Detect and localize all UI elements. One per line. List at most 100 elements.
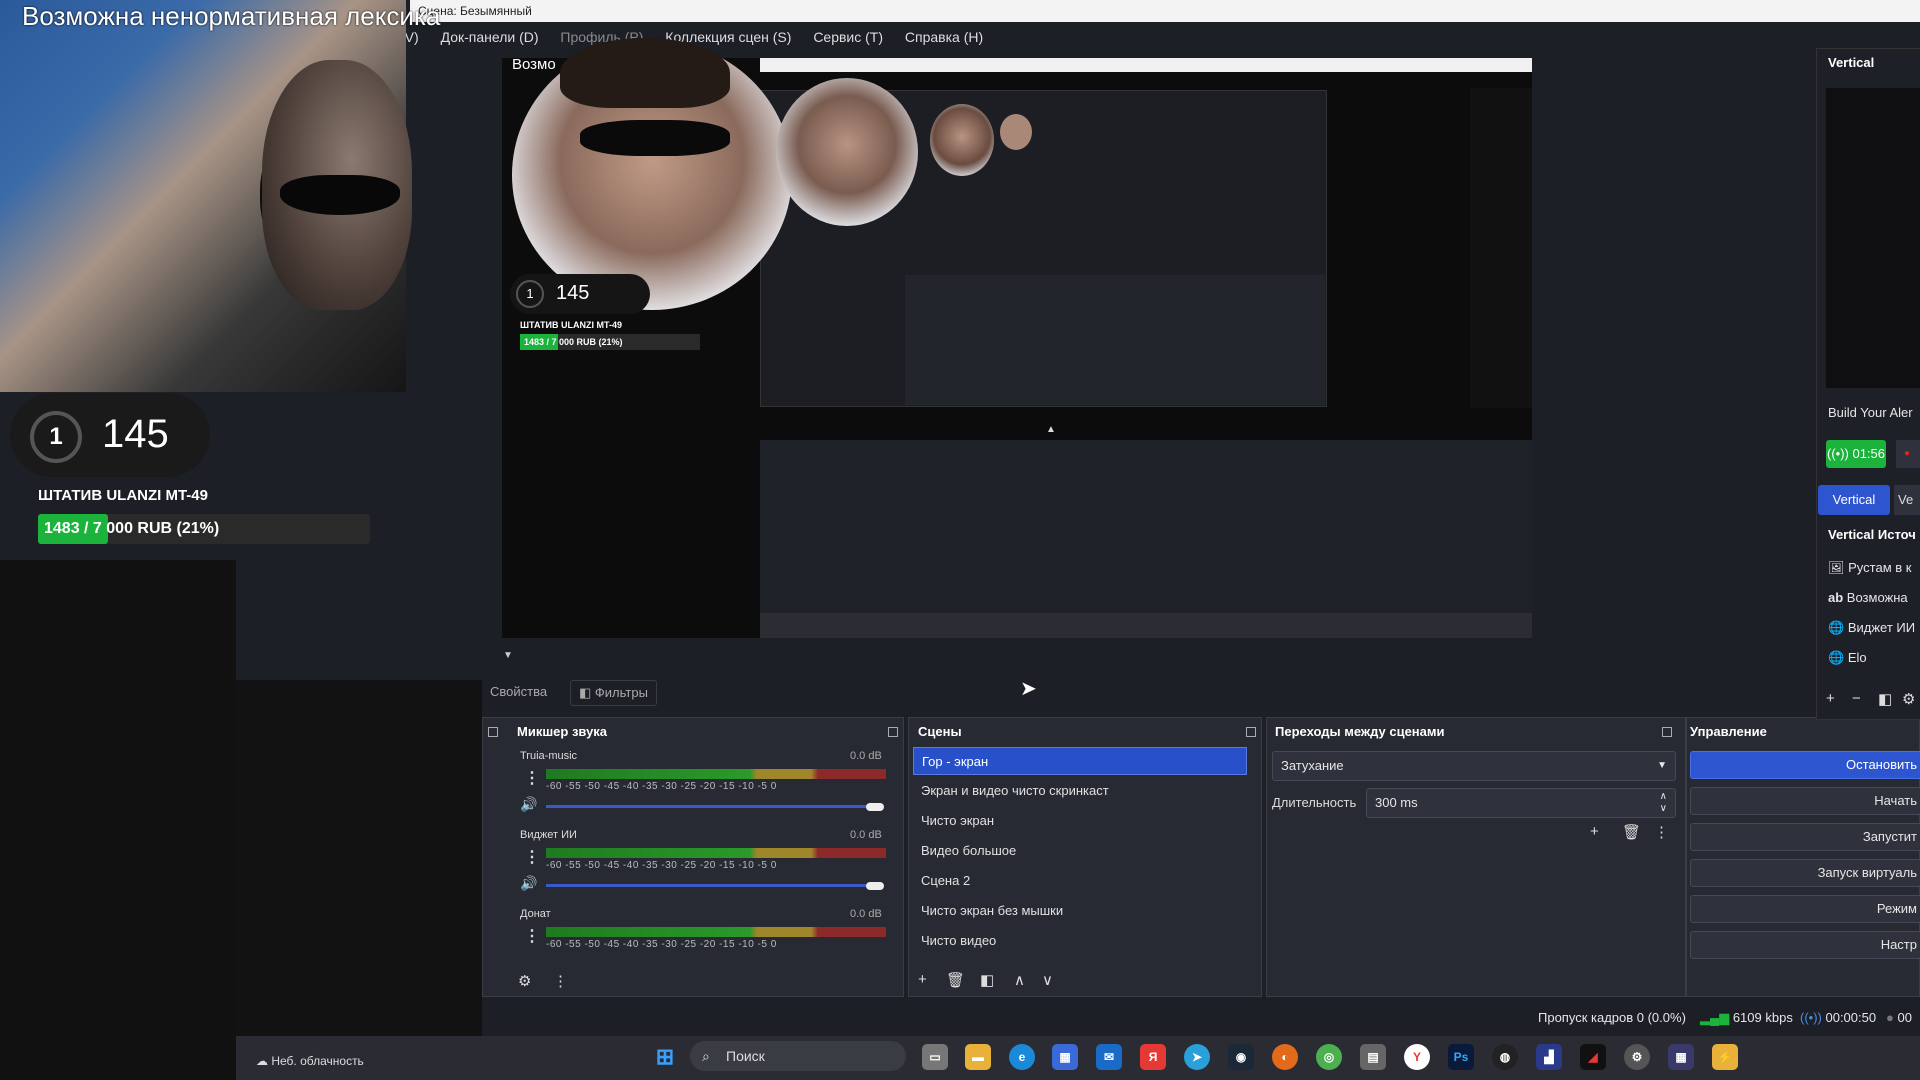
photoshop-icon[interactable]: Ps [1448,1044,1474,1070]
preview-goal-text: 1483 / 7 000 RUB (21%) [524,337,623,347]
telegram-icon[interactable]: ➤ [1184,1044,1210,1070]
edge-icon[interactable]: e [1009,1044,1035,1070]
volume-knob[interactable] [866,882,884,890]
studio-mode-button[interactable]: Режим [1690,895,1920,923]
image-icon: 🖼 [1828,560,1849,575]
vertical-source-item[interactable]: 🌐 Elo [1828,650,1867,666]
scene-filter-icon[interactable]: ◧ [980,971,994,989]
scene-item-selected[interactable]: Гор - экран [913,747,1247,775]
transition-menu-icon[interactable]: ⋮ [1654,823,1669,841]
record-indicator[interactable]: ● [1896,440,1920,468]
avatar-eyepatch [580,120,730,156]
mixer-side-float-icon[interactable] [488,727,498,737]
subscriber-ring: 1 [30,411,82,463]
windows-start-icon[interactable]: ⊞ [652,1044,678,1070]
preview-subscriber-ring: 1 [516,280,544,308]
vertical-source-label: Возможна [1846,590,1908,605]
channel-db: 0.0 dB [850,908,882,920]
mixer-settings-gear-icon[interactable]: ⚙ [518,972,531,990]
steam-icon[interactable]: ◉ [1228,1044,1254,1070]
transitions-float-icon[interactable] [1662,727,1672,737]
start-virtual-camera-button[interactable]: Запуск виртуаль [1690,859,1920,887]
start-replay-button[interactable]: Запустит [1690,823,1920,851]
chrome-icon[interactable]: ◎ [1316,1044,1342,1070]
channel-db: 0.0 dB [850,829,882,841]
scene-item[interactable]: Чисто экран без мышки [913,897,1247,925]
move-up-icon[interactable]: ∧ [1014,971,1025,989]
calculator-icon[interactable]: ▦ [1668,1044,1694,1070]
scenes-float-icon[interactable] [1246,727,1256,737]
file-explorer-icon[interactable]: ▬ [965,1044,991,1070]
avatar-circle-small [930,104,994,176]
vertical-preview[interactable] [1826,88,1920,388]
tab-properties[interactable]: Свойства [482,680,555,704]
mixer-menu-icon[interactable]: ⋮ [553,972,568,990]
avatar-hair [560,38,730,108]
channel-menu-icon[interactable]: ⋮ [524,926,540,946]
channel-menu-icon[interactable]: ⋮ [524,768,540,788]
vertical-tab[interactable]: Vertical [1818,485,1890,515]
channel-menu-icon[interactable]: ⋮ [524,847,540,867]
remove-source-icon[interactable]: − [1852,690,1861,707]
duration-input[interactable]: 300 ms ∧ ∨ [1366,788,1676,818]
yandex-icon[interactable]: Я [1140,1044,1166,1070]
add-source-icon[interactable]: + [1826,690,1835,707]
menu-tools[interactable]: Сервис (T) [813,29,883,45]
speaker-icon[interactable]: 🔊 [520,796,537,813]
vertical-source-item[interactable]: 🌐 Виджет ИИ [1828,620,1915,636]
channel-db: 0.0 dB [850,750,882,762]
speaker-icon[interactable]: 🔊 [520,875,537,892]
preview-nested-window-2 [905,275,1325,405]
vertical-sources-title: Vertical Источ [1828,527,1916,542]
move-down-icon[interactable]: ∨ [1042,971,1053,989]
scene-item[interactable]: Чисто видео [913,927,1247,955]
source-filter-icon[interactable]: ◧ [1878,690,1892,708]
preview-nested-titlebar [760,58,1532,72]
add-scene-icon[interactable]: + [918,971,927,988]
printer-icon[interactable]: ▤ [1360,1044,1386,1070]
dropped-frames: Пропуск кадров 0 (0.0%) [1538,1010,1686,1025]
delete-scene-icon[interactable]: 🗑 [946,971,965,989]
menu-help[interactable]: Справка (H) [905,29,983,45]
start-recording-button[interactable]: Начать [1690,787,1920,815]
source-settings-gear-icon[interactable]: ⚙ [1902,690,1915,708]
mixer-title: Микшер звука [517,724,608,739]
stats-icon[interactable]: ▟ [1536,1044,1562,1070]
transitions-title: Переходы между сценами [1275,724,1445,739]
vertical-tab-2[interactable]: Ve [1894,485,1920,515]
settings-button[interactable]: Настр [1690,931,1920,959]
stop-streaming-button[interactable]: Остановить [1690,751,1920,779]
outlook-icon[interactable]: ✉ [1096,1044,1122,1070]
tab-filters[interactable]: ◧ Фильтры [570,680,657,706]
yandex-browser-icon[interactable]: Y [1404,1044,1430,1070]
settings-gear-icon[interactable]: ⚙ [1624,1044,1650,1070]
store-icon[interactable]: ▦ [1052,1044,1078,1070]
properties-label: Свойства [490,684,548,699]
scene-item[interactable]: Видео большое [913,837,1247,865]
meter-scale: -60 -55 -50 -45 -40 -35 -30 -25 -20 -15 … [546,939,777,950]
mixer-float-icon[interactable] [888,727,898,737]
scene-item[interactable]: Сцена 2 [913,867,1247,895]
spin-down-icon[interactable]: ∨ [1660,795,1667,823]
app-icon-orange[interactable]: ◐ [1272,1044,1298,1070]
stream-time: ((•)) 00:00:50 [1800,1010,1876,1025]
delete-transition-icon[interactable]: 🗑 [1622,823,1641,841]
volume-slider[interactable] [546,884,878,887]
scene-item[interactable]: Экран и видео чисто скринкаст [913,777,1247,805]
obs-icon[interactable]: ◍ [1492,1044,1518,1070]
filters-icon: ◧ [579,685,595,700]
text-icon: ab [1828,590,1847,605]
collapse-arrow-icon[interactable]: ▼ [503,650,513,661]
transition-type-select[interactable]: Затухание ▼ [1272,751,1676,781]
volume-slider[interactable] [546,805,878,808]
taskbar-search[interactable]: ⌕ Поиск [690,1041,906,1071]
volume-knob[interactable] [866,803,884,811]
vertical-source-item[interactable]: ab Возможна [1828,590,1908,605]
app-icon-dark[interactable]: ◢ [1580,1044,1606,1070]
task-view-icon[interactable]: ▭ [922,1044,948,1070]
vertical-source-item[interactable]: 🖼 Рустам в к [1828,560,1911,576]
app-icon-yellow[interactable]: ⚡ [1712,1044,1738,1070]
weather-widget[interactable]: ☁ Неб. облачность [256,1054,364,1068]
add-transition-icon[interactable]: + [1590,823,1599,840]
scene-item[interactable]: Чисто экран [913,807,1247,835]
